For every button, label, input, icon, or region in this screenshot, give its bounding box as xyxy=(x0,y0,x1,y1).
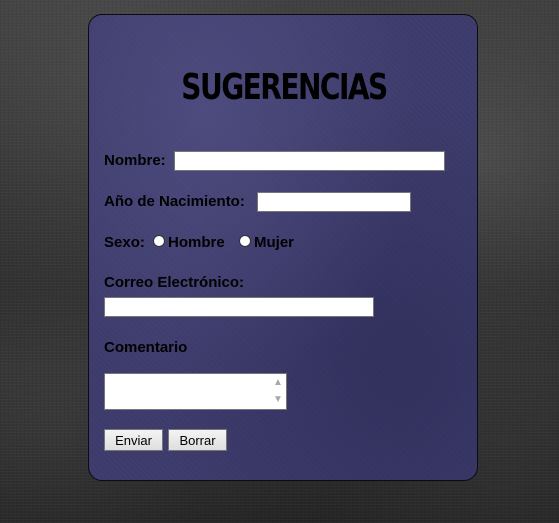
hombre-radio[interactable] xyxy=(153,235,165,247)
mujer-radio-label[interactable]: Mujer xyxy=(254,234,294,251)
mujer-radio[interactable] xyxy=(239,235,251,247)
anio-nacimiento-input[interactable] xyxy=(257,192,411,212)
nombre-label: Nombre: xyxy=(104,152,166,169)
anio-nacimiento-label: Año de Nacimiento: xyxy=(104,193,245,210)
enviar-button[interactable]: Enviar xyxy=(104,429,163,451)
comentario-textarea[interactable] xyxy=(104,373,287,410)
borrar-button[interactable]: Borrar xyxy=(168,429,227,451)
hombre-radio-label[interactable]: Hombre xyxy=(168,234,225,251)
sexo-label: Sexo: xyxy=(104,234,145,251)
correo-input[interactable] xyxy=(104,297,374,317)
nombre-input[interactable] xyxy=(174,151,445,171)
suggestions-form-panel: SUGERENCIAS Nombre: Año de Nacimiento: S… xyxy=(88,14,478,481)
form-title: SUGERENCIAS xyxy=(181,67,388,108)
scroll-down-icon[interactable]: ▼ xyxy=(271,393,285,407)
comentario-label: Comentario xyxy=(104,339,188,356)
correo-label: Correo Electrónico: xyxy=(104,274,245,291)
scroll-up-icon[interactable]: ▲ xyxy=(271,376,285,390)
